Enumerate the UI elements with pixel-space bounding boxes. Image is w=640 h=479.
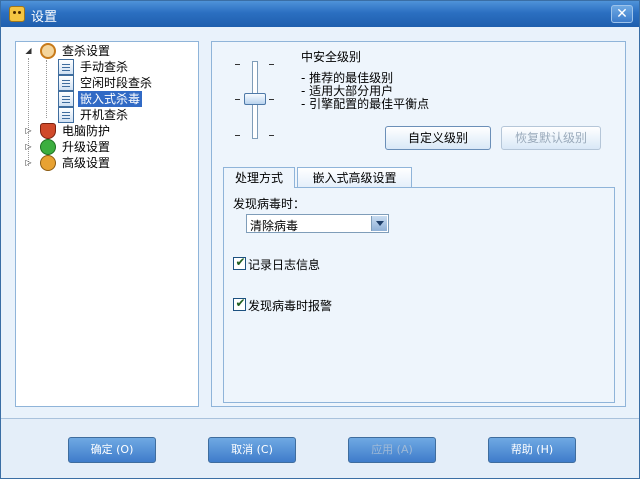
slider-tick — [235, 64, 240, 65]
close-button[interactable]: ✕ — [611, 5, 633, 23]
alarm-checkbox[interactable]: ✔ — [233, 296, 246, 311]
expand-icon[interactable]: ▷ — [24, 158, 33, 167]
tab-embedded-advanced[interactable]: 嵌入式高级设置 — [297, 167, 412, 188]
page-icon — [58, 75, 74, 91]
expand-icon[interactable]: ▷ — [24, 142, 33, 151]
page-icon — [58, 91, 74, 107]
tree-item-advanced-settings[interactable]: ▷ 高级设置 — [16, 155, 196, 171]
tree-item-label: 嵌入式杀毒 — [78, 91, 143, 107]
tree-item-scan-settings[interactable]: ◢ 查杀设置 — [16, 43, 196, 59]
virus-action-value: 清除病毒 — [250, 219, 299, 233]
slider-tick — [235, 99, 240, 100]
log-info-label: 记录日志信息 — [248, 258, 321, 272]
tree-item-embedded-antivirus[interactable]: 嵌入式杀毒 — [16, 91, 196, 107]
tree-item-label: 升级设置 — [62, 140, 111, 154]
expand-icon[interactable]: ▷ — [24, 126, 33, 135]
tree-item-update-settings[interactable]: ▷ 升级设置 — [16, 139, 196, 155]
title-bar[interactable]: 设置 ✕ — [1, 1, 639, 27]
tree-item-startup-scan[interactable]: 开机查杀 — [16, 107, 196, 123]
slider-tick — [269, 135, 274, 136]
slider-tick — [269, 99, 274, 100]
gear-icon — [40, 155, 56, 171]
tree-item-label: 开机查杀 — [80, 108, 129, 122]
chevron-down-icon[interactable] — [371, 216, 387, 231]
window-title: 设置 — [31, 10, 58, 25]
security-level-desc: - 引擎配置的最佳平衡点 — [301, 97, 430, 111]
log-info-checkbox[interactable]: ✔ — [233, 255, 246, 270]
update-check-icon — [40, 139, 56, 155]
tree-item-label: 电脑防护 — [62, 124, 111, 138]
slider-tick — [235, 135, 240, 136]
apply-button[interactable]: 应用 (A) — [348, 437, 436, 463]
custom-level-button[interactable]: 自定义级别 — [385, 126, 491, 150]
tree-item-label: 手动查杀 — [80, 60, 129, 74]
tree-item-manual-scan[interactable]: 手动查杀 — [16, 59, 196, 75]
virus-action-select[interactable]: 清除病毒 — [246, 214, 389, 233]
settings-window: 设置 ✕ ◢ 查杀设置 手动查杀 空闲时段查杀 嵌入式杀毒 开机查杀 ▷ 电脑防… — [0, 0, 640, 479]
app-logo-icon — [9, 6, 25, 22]
restore-default-level-button[interactable]: 恢复默认级别 — [501, 126, 601, 150]
page-icon — [58, 107, 74, 123]
tree-item-pc-protection[interactable]: ▷ 电脑防护 — [16, 123, 196, 139]
page-icon — [58, 59, 74, 75]
collapse-icon[interactable]: ◢ — [24, 46, 33, 55]
tree-item-label: 空闲时段查杀 — [80, 76, 153, 90]
tree-item-label: 高级设置 — [62, 156, 111, 170]
ok-button[interactable]: 确定 (O) — [68, 437, 156, 463]
security-level-title: 中安全级别 — [301, 50, 362, 64]
checkmark-icon: ✔ — [235, 296, 246, 310]
settings-tree: ◢ 查杀设置 手动查杀 空闲时段查杀 嵌入式杀毒 开机查杀 ▷ 电脑防护 ▷ 升… — [15, 41, 199, 407]
magnifier-icon — [40, 43, 56, 59]
tab-processing-method[interactable]: 处理方式 — [223, 167, 295, 188]
alarm-label: 发现病毒时报警 — [248, 299, 333, 313]
checkmark-icon: ✔ — [235, 255, 246, 269]
tree-item-label: 查杀设置 — [62, 44, 111, 58]
security-level-slider-thumb[interactable] — [244, 93, 266, 105]
slider-tick — [269, 64, 274, 65]
cancel-button[interactable]: 取消 (C) — [208, 437, 296, 463]
tree-item-idle-scan[interactable]: 空闲时段查杀 — [16, 75, 196, 91]
virus-found-label: 发现病毒时： — [233, 197, 306, 211]
shield-icon — [40, 123, 56, 139]
help-button[interactable]: 帮助 (H) — [488, 437, 576, 463]
